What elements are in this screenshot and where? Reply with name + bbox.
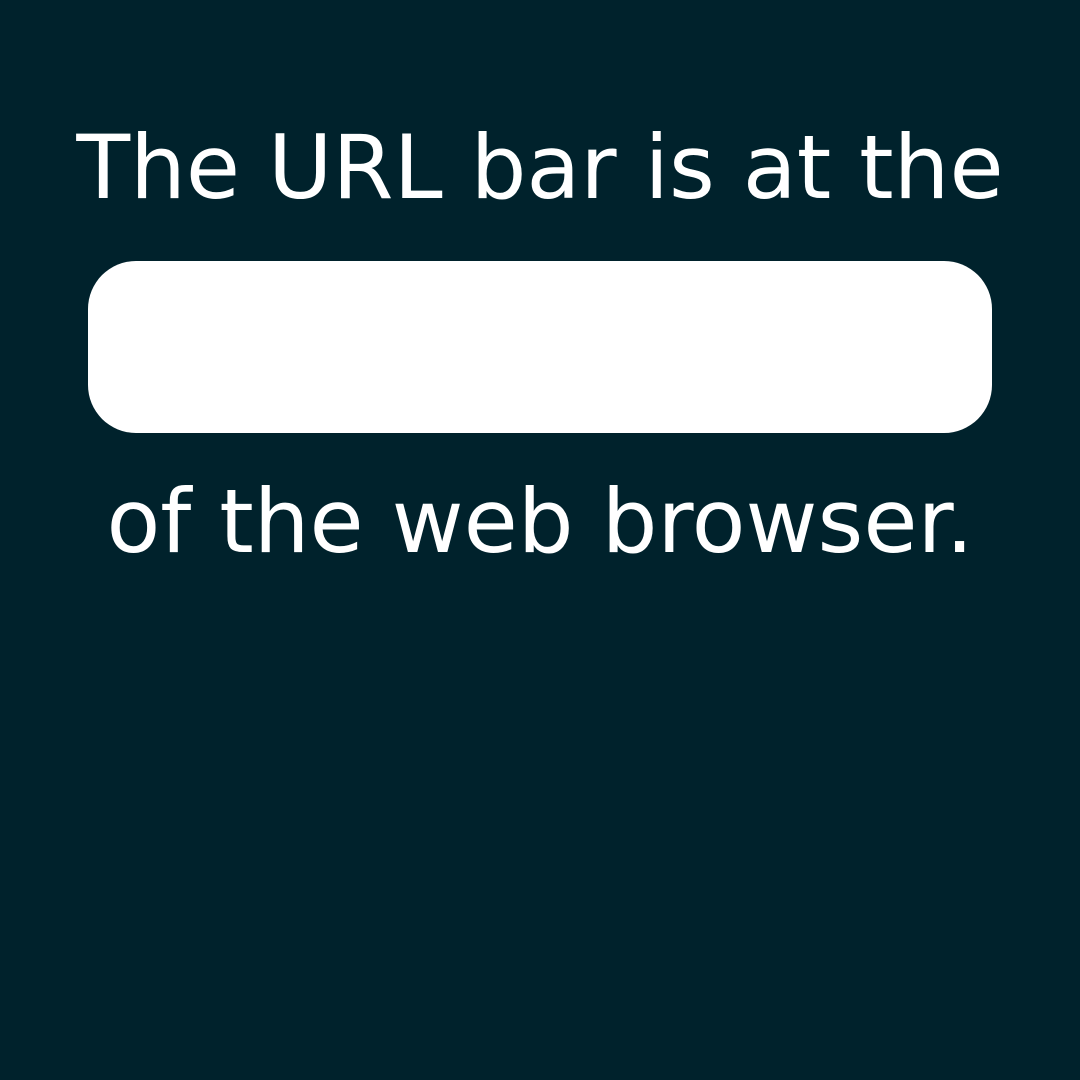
prompt-line-1: The URL bar is at the <box>76 116 1004 219</box>
answer-blank <box>88 261 992 433</box>
fill-in-the-blank-card: The URL bar is at the of the web browser… <box>0 0 1080 1080</box>
prompt-line-2: of the web browser. <box>106 470 974 573</box>
